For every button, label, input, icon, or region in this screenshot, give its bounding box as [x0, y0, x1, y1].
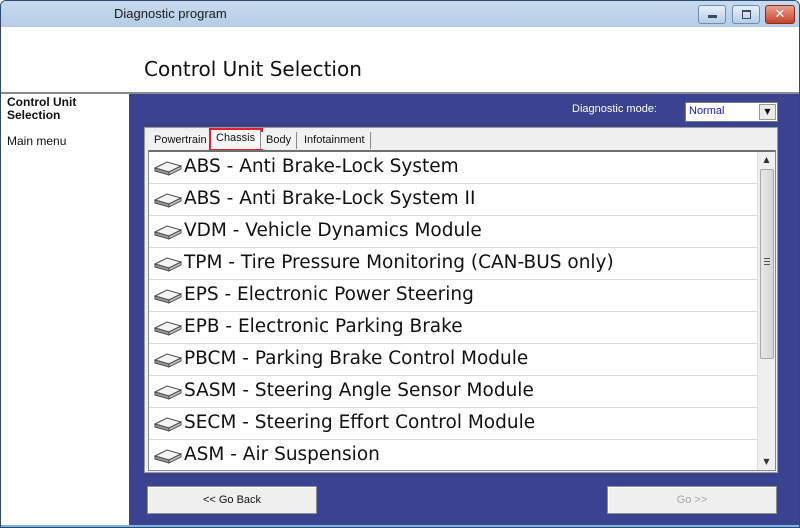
control-unit-icon [153, 417, 183, 432]
list-item[interactable]: EPS - Electronic Power Steering [149, 280, 757, 312]
page-title: Control Unit Selection [144, 57, 362, 81]
list-item[interactable]: TPM - Tire Pressure Monitoring (CAN-BUS … [149, 248, 757, 280]
list-item-label: ABS - Anti Brake-Lock System [184, 156, 459, 177]
minimize-button[interactable] [698, 5, 726, 24]
tab-chassis[interactable]: Chassis [208, 128, 264, 151]
diagnostic-mode-label: Diagnostic mode: [572, 103, 657, 115]
go-button[interactable]: Go >> [607, 486, 777, 514]
control-unit-icon [153, 289, 183, 304]
close-button[interactable]: ✕ [765, 5, 795, 24]
sidebar: Control Unit Selection Main menu [1, 94, 129, 527]
control-unit-icon [153, 353, 183, 368]
control-unit-icon [153, 449, 183, 464]
list-item-label: SASM - Steering Angle Sensor Module [184, 380, 534, 401]
page-header: Control Unit Selection [1, 27, 799, 94]
main-panel: Diagnostic mode: Normal ▼ Powertrain Cha… [129, 94, 799, 527]
control-unit-icon [153, 225, 183, 240]
list-item[interactable]: VDM - Vehicle Dynamics Module [149, 216, 757, 248]
tab-control: Powertrain Chassis Body Infotainment ABS… [144, 127, 778, 473]
minimize-icon [708, 15, 717, 18]
vertical-scrollbar[interactable]: ▲ ▼ [757, 152, 775, 470]
maximize-button[interactable] [732, 5, 760, 24]
grip-icon [764, 258, 770, 259]
list-item[interactable]: EPB - Electronic Parking Brake [149, 312, 757, 344]
list-item[interactable]: ABS - Anti Brake-Lock System [149, 152, 757, 184]
list-item-label: EPB - Electronic Parking Brake [184, 316, 463, 337]
tab-powertrain[interactable]: Powertrain [149, 132, 213, 149]
window-bottom-border [1, 525, 799, 527]
list-item-label: SECM - Steering Effort Control Module [184, 412, 536, 433]
title-bar[interactable]: Diagnostic program ✕ [1, 1, 799, 27]
sidebar-current-step: Control Unit Selection [7, 95, 77, 122]
list-item-label: ASM - Air Suspension [184, 444, 380, 465]
control-unit-icon [153, 321, 183, 336]
list-item-label: ABS - Anti Brake-Lock System II [184, 188, 476, 209]
list-item-label: VDM - Vehicle Dynamics Module [184, 220, 482, 241]
chevron-down-icon[interactable]: ▼ [759, 104, 776, 120]
app-window: Diagnostic program ✕ Control Unit Select… [0, 0, 800, 528]
control-unit-list-items: ABS - Anti Brake-Lock System ABS - Anti … [149, 152, 757, 470]
control-unit-icon [153, 257, 183, 272]
list-item[interactable]: ABS - Anti Brake-Lock System II [149, 184, 757, 216]
tab-infotainment[interactable]: Infotainment [299, 132, 371, 149]
control-unit-list[interactable]: ABS - Anti Brake-Lock System ABS - Anti … [148, 150, 776, 471]
list-item-label: EPS - Electronic Power Steering [184, 284, 474, 305]
go-back-button[interactable]: << Go Back [147, 486, 317, 514]
close-icon: ✕ [774, 7, 786, 22]
list-item-label: TPM - Tire Pressure Monitoring (CAN-BUS … [184, 252, 614, 273]
list-item[interactable]: ASM - Air Suspension [149, 440, 757, 470]
control-unit-icon [153, 385, 183, 400]
tab-body[interactable]: Body [261, 132, 298, 149]
diagnostic-mode-select[interactable]: Normal ▼ [685, 102, 778, 122]
maximize-icon [742, 10, 751, 19]
control-unit-icon [153, 161, 183, 176]
scrollbar-thumb[interactable] [760, 169, 774, 359]
list-item[interactable]: SASM - Steering Angle Sensor Module [149, 376, 757, 408]
list-item-label: PBCM - Parking Brake Control Module [184, 348, 529, 369]
list-item[interactable]: PBCM - Parking Brake Control Module [149, 344, 757, 376]
diagnostic-mode-value: Normal [689, 105, 725, 117]
scroll-down-icon[interactable]: ▼ [758, 454, 775, 470]
control-unit-icon [153, 193, 183, 208]
window-title: Diagnostic program [114, 6, 227, 21]
scroll-up-icon[interactable]: ▲ [758, 152, 775, 168]
sidebar-item-main-menu[interactable]: Main menu [7, 134, 66, 148]
list-item[interactable]: SECM - Steering Effort Control Module [149, 408, 757, 440]
